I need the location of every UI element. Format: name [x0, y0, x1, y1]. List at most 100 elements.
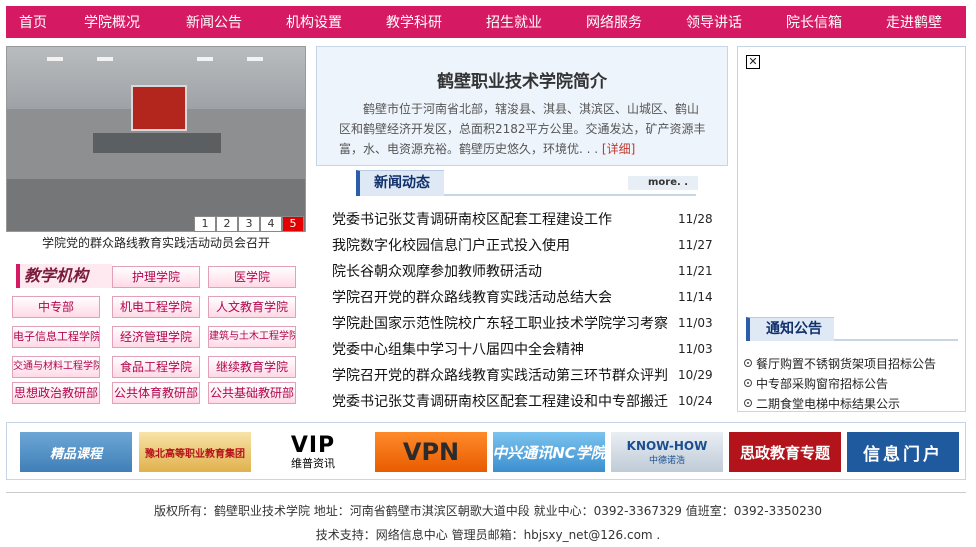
- news-header: 新闻动态 more. .: [356, 170, 698, 196]
- news-date: 11/14: [678, 290, 713, 304]
- banner-quality-courses[interactable]: 精品课程: [20, 432, 132, 472]
- link-banners: 精品课程 豫北高等职业教育集团 VIP 维普资讯 VPN 中兴通讯NC学院 KN…: [6, 422, 966, 480]
- notice-title[interactable]: 二期食堂电梯中标结果公示: [756, 395, 900, 412]
- banner-vpn[interactable]: VPN: [375, 432, 487, 472]
- know-how-logo-text: KNOW-HOW: [626, 438, 708, 453]
- news-title[interactable]: 党委中心组集中学习十八届四中全会精神: [332, 339, 678, 359]
- dept-button[interactable]: 机电工程学院: [112, 296, 200, 318]
- banner-vocational-group[interactable]: 豫北高等职业教育集团: [139, 432, 251, 472]
- dept-button[interactable]: 人文教育学院: [208, 296, 296, 318]
- notice-item[interactable]: 餐厅购置不锈钢货架项目招标公告: [744, 353, 962, 373]
- news-more-link[interactable]: more. .: [628, 176, 698, 190]
- news-item[interactable]: 学院赴国家示范性院校广东轻工职业技术学院学习考察 11/03: [332, 310, 713, 336]
- slide-stage-screen: [131, 85, 187, 131]
- banner-zte-academy[interactable]: 中兴通讯NC学院: [493, 432, 605, 472]
- slide-stage: [93, 133, 221, 153]
- news-item[interactable]: 党委中心组集中学习十八届四中全会精神 11/03: [332, 336, 713, 362]
- intro-more-link[interactable]: [详细]: [602, 142, 635, 156]
- nav-item-teaching[interactable]: 教学科研: [364, 12, 464, 32]
- nav-item-network[interactable]: 网络服务: [564, 12, 664, 32]
- news-item[interactable]: 学院召开党的群众路线教育实践活动总结大会 11/14: [332, 284, 713, 310]
- notice-divider: [834, 339, 958, 341]
- dept-button[interactable]: 电子信息工程学院: [12, 326, 100, 348]
- dept-button[interactable]: 食品工程学院: [112, 356, 200, 378]
- banner-vip[interactable]: VIP 维普资讯: [257, 432, 369, 472]
- nav-item-mailbox[interactable]: 院长信箱: [764, 12, 864, 32]
- news-divider: [444, 194, 696, 196]
- nav-item-overview[interactable]: 学院概况: [60, 12, 164, 32]
- slide-page-1[interactable]: 1: [194, 216, 216, 232]
- intro-title: 鹤壁职业技术学院简介: [437, 72, 607, 92]
- dept-button[interactable]: 公共基础教研部: [208, 382, 296, 404]
- slide-light: [97, 57, 113, 61]
- dept-button[interactable]: 护理学院: [112, 266, 200, 288]
- dept-button[interactable]: 思想政治教研部: [12, 382, 100, 404]
- nav-item-news[interactable]: 新闻公告: [164, 12, 264, 32]
- slideshow-image[interactable]: [6, 46, 306, 232]
- footer-divider: [6, 492, 966, 493]
- news-date: 10/29: [678, 368, 713, 382]
- notice-title[interactable]: 餐厅购置不锈钢货架项目招标公告: [756, 355, 936, 372]
- dept-button[interactable]: 中专部: [12, 296, 100, 318]
- slide-page-5[interactable]: 5: [282, 216, 304, 232]
- intro-text: 鹤壁市位于河南省北部，辖浚县、淇县、淇滨区、山城区、鹤山区和鹤壁经济开发区，总面…: [339, 99, 709, 159]
- vip-caption: 维普资讯: [291, 457, 335, 470]
- college-intro: 鹤壁职业技术学院简介 鹤壁市位于河南省北部，辖浚县、淇县、淇滨区、山城区、鹤山区…: [316, 46, 728, 166]
- notice-item[interactable]: 中专部采购窗帘招标公告: [744, 373, 962, 393]
- slide-page-2[interactable]: 2: [216, 216, 238, 232]
- banner-ideology-education[interactable]: 思政教育专题: [729, 432, 841, 472]
- nav-item-hebi[interactable]: 走进鹤壁: [864, 12, 964, 32]
- footer-support: 技术支持：网络信息中心 管理员邮箱：hbjsxy_net@126.com .: [315, 528, 661, 542]
- nav-item-leaders[interactable]: 领导讲话: [664, 12, 764, 32]
- news-title[interactable]: 学院召开党的群众路线教育实践活动第三环节群众评判: [332, 365, 678, 385]
- news-date: 11/03: [678, 342, 713, 356]
- news-item[interactable]: 我院数字化校园信息门户正式投入使用 11/27: [332, 232, 713, 258]
- news-date: 11/28: [678, 212, 713, 226]
- nav-item-home[interactable]: 首页: [6, 12, 60, 32]
- notice-list: 餐厅购置不锈钢货架项目招标公告 中专部采购窗帘招标公告 二期食堂电梯中标结果公示: [744, 353, 962, 413]
- banner-know-how[interactable]: KNOW-HOW 中德诺浩: [611, 432, 723, 472]
- bullet-icon: [744, 399, 752, 407]
- news-title[interactable]: 党委书记张艾青调研南校区配套工程建设工作: [332, 209, 678, 229]
- news-item[interactable]: 院长谷朝众观摩参加教师教研活动 11/21: [332, 258, 713, 284]
- news-title[interactable]: 学院赴国家示范性院校广东轻工职业技术学院学习考察: [332, 313, 678, 333]
- news-title[interactable]: 党委书记张艾青调研南校区配套工程建设和中专部搬迁: [332, 391, 678, 411]
- notice-item[interactable]: 二期食堂电梯中标结果公示: [744, 393, 962, 413]
- slide-light: [197, 57, 213, 61]
- news-title[interactable]: 院长谷朝众观摩参加教师教研活动: [332, 261, 678, 281]
- dept-button[interactable]: 交通与材料工程学院: [12, 356, 100, 378]
- slide-light: [47, 57, 63, 61]
- notice-tab[interactable]: 通知公告: [746, 317, 834, 341]
- slide-page-4[interactable]: 4: [260, 216, 282, 232]
- news-title[interactable]: 学院召开党的群众路线教育实践活动总结大会: [332, 287, 678, 307]
- top-nav: 首页 学院概况 新闻公告 机构设置 教学科研 招生就业 网络服务 领导讲话 院长…: [6, 6, 966, 38]
- dept-button[interactable]: 公共体育教研部: [112, 382, 200, 404]
- news-item[interactable]: 党委书记张艾青调研南校区配套工程建设工作 11/28: [332, 206, 713, 232]
- notice-title[interactable]: 中专部采购窗帘招标公告: [756, 375, 888, 392]
- nav-item-admissions[interactable]: 招生就业: [464, 12, 564, 32]
- banner-info-portal[interactable]: 信息门户: [847, 432, 959, 472]
- bullet-icon: [744, 379, 752, 387]
- news-tab[interactable]: 新闻动态: [356, 170, 444, 196]
- dept-button[interactable]: 建筑与土木工程学院: [208, 326, 296, 348]
- dept-button[interactable]: 医学院: [208, 266, 296, 288]
- news-item[interactable]: 党委书记张艾青调研南校区配套工程建设和中专部搬迁 10/24: [332, 388, 713, 414]
- news-item[interactable]: 学院召开党的群众路线教育实践活动第三环节群众评判 10/29: [332, 362, 713, 388]
- news-date: 10/24: [678, 394, 713, 408]
- nav-item-organization[interactable]: 机构设置: [264, 12, 364, 32]
- vip-logo-text: VIP: [290, 433, 336, 458]
- news-date: 11/21: [678, 264, 713, 278]
- right-panel: ✕ 通知公告 餐厅购置不锈钢货架项目招标公告 中专部采购窗帘招标公告 二期食堂电…: [737, 46, 966, 412]
- departments-panel: 教学机构 护理学院 医学院 中专部 机电工程学院 人文教育学院 电子信息工程学院…: [6, 256, 306, 414]
- news-list: 党委书记张艾青调研南校区配套工程建设工作 11/28 我院数字化校园信息门户正式投…: [332, 206, 713, 414]
- dept-button[interactable]: 经济管理学院: [112, 326, 200, 348]
- slide-page-3[interactable]: 3: [238, 216, 260, 232]
- intro-body: 鹤壁市位于河南省北部，辖浚县、淇县、淇滨区、山城区、鹤山区和鹤壁经济开发区，总面…: [339, 102, 706, 156]
- footer-copyright: 版权所有：鹤壁职业技术学院 地址：河南省鹤壁市淇滨区朝歌大道中段 就业中心：03…: [153, 504, 823, 518]
- departments-title: 教学机构: [16, 264, 112, 288]
- dept-button[interactable]: 继续教育学院: [208, 356, 296, 378]
- slide-caption[interactable]: 学院党的群众路线教育实践活动动员会召开: [6, 234, 306, 251]
- news-title[interactable]: 我院数字化校园信息门户正式投入使用: [332, 235, 678, 255]
- news-date: 11/27: [678, 238, 713, 252]
- slide-pager: 1 2 3 4 5: [194, 216, 304, 232]
